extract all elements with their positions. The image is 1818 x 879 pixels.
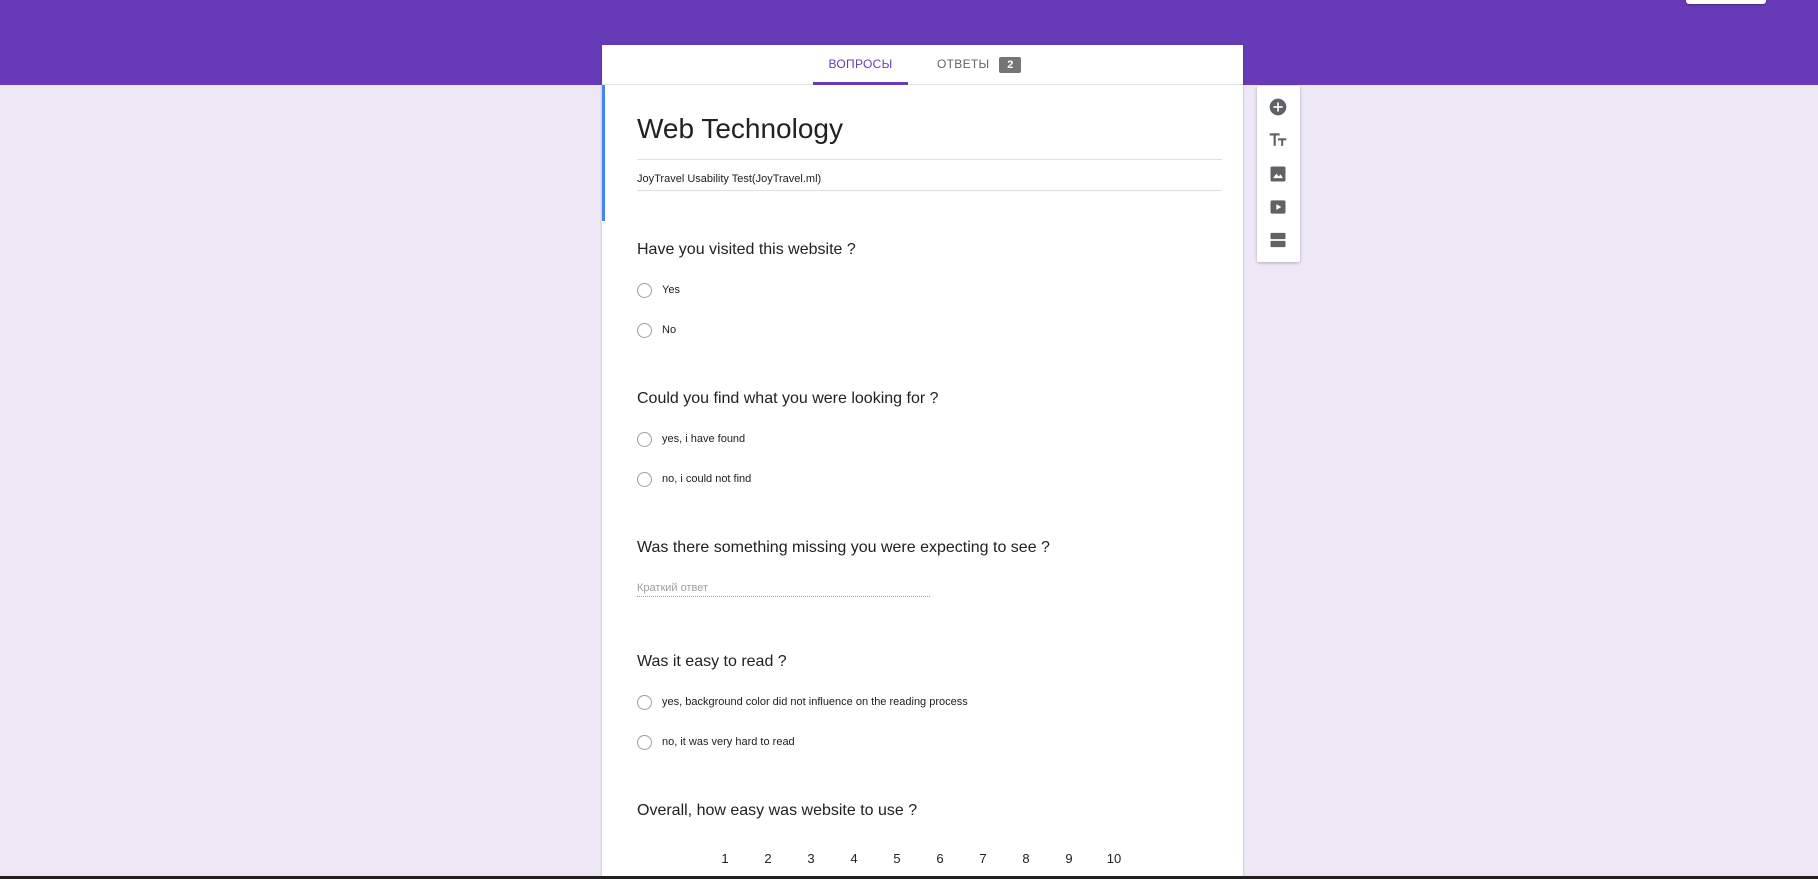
- form-header-section[interactable]: Web Technology JoyTravel Usability Test(…: [602, 85, 1243, 221]
- radio-option[interactable]: Yes: [637, 281, 680, 299]
- scale-value[interactable]: 8: [1014, 851, 1038, 866]
- form-description[interactable]: JoyTravel Usability Test(JoyTravel.ml): [637, 173, 1222, 191]
- scale-value[interactable]: 2: [756, 851, 780, 866]
- question-title[interactable]: Was it easy to read ?: [637, 653, 787, 671]
- scale-value[interactable]: 3: [799, 851, 823, 866]
- floating-toolbar: [1257, 86, 1300, 262]
- option-label: Yes: [662, 284, 680, 297]
- scale-value[interactable]: 9: [1057, 851, 1081, 866]
- add-video-icon[interactable]: [1268, 197, 1288, 217]
- form-card: ВОПРОСЫ ОТВЕТЫ 2 Web Technology JoyTravel…: [602, 45, 1243, 879]
- scale-value[interactable]: 4: [842, 851, 866, 866]
- scale-value[interactable]: 6: [928, 851, 952, 866]
- scale-value[interactable]: 1: [713, 851, 737, 866]
- option-label: no, it was very hard to read: [662, 736, 795, 749]
- option-label: no, i could not find: [662, 473, 752, 486]
- radio-option[interactable]: no, it was very hard to read: [637, 733, 795, 751]
- radio-button[interactable]: [637, 734, 652, 750]
- form-title[interactable]: Web Technology: [637, 113, 1222, 160]
- radio-option[interactable]: yes, i have found: [637, 430, 745, 448]
- option-label: yes, i have found: [662, 433, 746, 446]
- radio-button[interactable]: [637, 694, 652, 710]
- add-title-icon[interactable]: [1268, 130, 1288, 150]
- add-section-icon[interactable]: [1268, 230, 1288, 250]
- tab-bar: ВОПРОСЫ ОТВЕТЫ 2: [602, 45, 1243, 85]
- radio-button[interactable]: [637, 471, 652, 487]
- question-title[interactable]: Have you visited this website ?: [637, 241, 856, 259]
- tab-responses-label: ОТВЕТЫ: [937, 57, 990, 71]
- radio-button[interactable]: [637, 282, 652, 298]
- short-answer-input[interactable]: [637, 580, 930, 597]
- option-label: No: [662, 324, 677, 337]
- responses-count-badge: 2: [999, 56, 1022, 73]
- question-title[interactable]: Overall, how easy was website to use ?: [637, 802, 917, 820]
- scale-value[interactable]: 7: [971, 851, 995, 866]
- tab-responses[interactable]: ОТВЕТЫ 2: [929, 45, 1029, 84]
- radio-option[interactable]: yes, background color did not influence …: [637, 693, 968, 711]
- tab-questions-label: ВОПРОСЫ: [828, 57, 893, 71]
- radio-option[interactable]: No: [637, 321, 676, 339]
- radio-option[interactable]: no, i could not find: [637, 470, 751, 488]
- radio-button[interactable]: [637, 322, 652, 338]
- question-title[interactable]: Was there something missing you were exp…: [637, 539, 1050, 557]
- scale-value[interactable]: 10: [1102, 851, 1126, 866]
- option-label: yes, background color did not influence …: [662, 696, 968, 709]
- radio-button[interactable]: [637, 431, 652, 447]
- add-question-icon[interactable]: [1268, 97, 1288, 117]
- add-image-icon[interactable]: [1268, 164, 1288, 184]
- scale-value[interactable]: 5: [885, 851, 909, 866]
- send-button[interactable]: [1686, 0, 1766, 4]
- focus-indicator: [602, 85, 605, 221]
- question-title[interactable]: Could you find what you were looking for…: [637, 390, 939, 408]
- tab-questions[interactable]: ВОПРОСЫ: [813, 45, 908, 85]
